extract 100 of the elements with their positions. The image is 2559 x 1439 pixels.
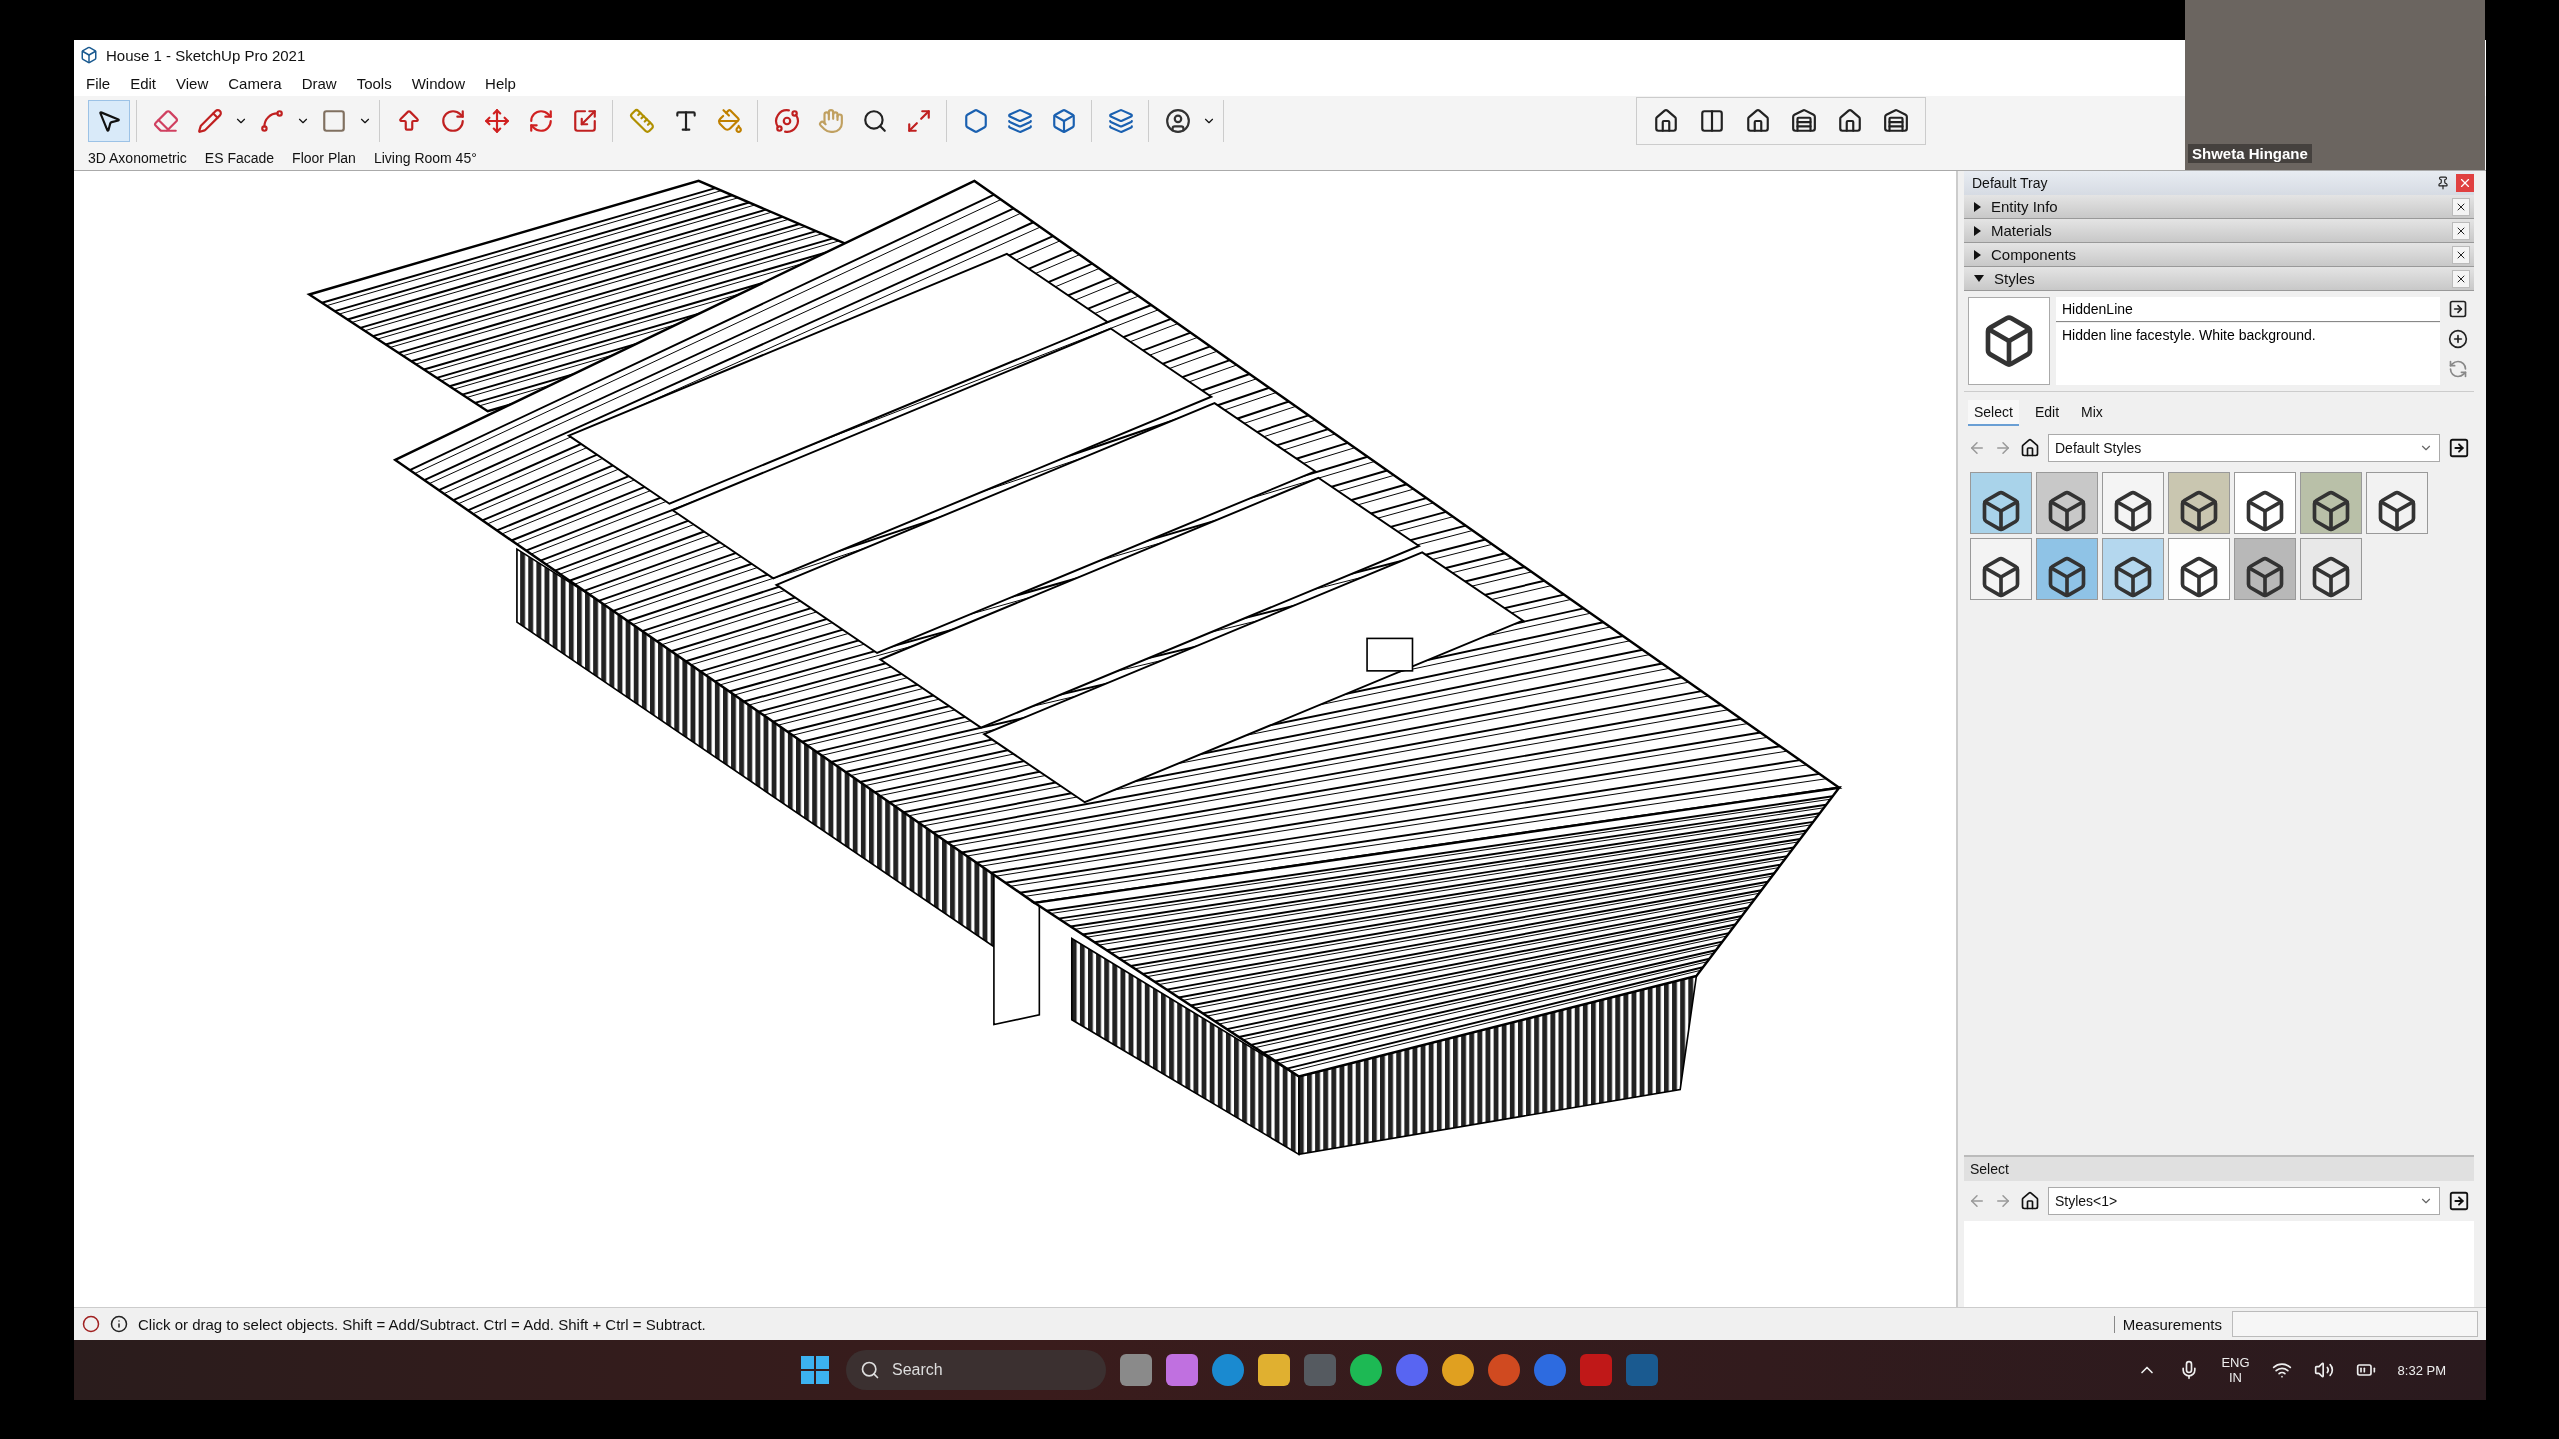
menu-item[interactable]: Edit: [122, 72, 165, 94]
section-title: Select: [1970, 1161, 2009, 1177]
scene-tab[interactable]: Living Room 45°: [365, 148, 485, 168]
scale-icon: [572, 108, 598, 134]
expand-triangle-icon: [1974, 249, 1981, 260]
user-icon: [1165, 108, 1191, 134]
taskbar-app-icon[interactable]: [1396, 1354, 1428, 1386]
search-icon: [860, 1360, 880, 1380]
orbit-icon: [774, 108, 800, 134]
collapse-triangle-icon: [1974, 275, 1984, 282]
close-icon: [2458, 176, 2472, 190]
panel-tab[interactable]: Mix: [2075, 400, 2109, 426]
app-logo-icon: [80, 46, 98, 64]
taskbar-app-icon[interactable]: [1258, 1354, 1290, 1386]
menu-item[interactable]: Help: [477, 72, 524, 94]
details-icon: [2448, 437, 2470, 459]
library-dropdown[interactable]: Styles<1>: [2048, 1187, 2440, 1215]
taskbar-search-field[interactable]: Search: [846, 1350, 1106, 1390]
style-thumbnail[interactable]: [2168, 472, 2230, 534]
menu-item[interactable]: View: [168, 72, 217, 94]
back-view-icon: [1837, 108, 1863, 134]
close-button[interactable]: [2452, 197, 2470, 216]
forward-arrow-icon: [1994, 439, 2012, 457]
hexagon-icon: [963, 108, 989, 134]
measurements-label: Measurements: [2113, 1315, 2222, 1333]
scene-tab[interactable]: 3D Axonometric: [80, 148, 195, 168]
details-icon: [2448, 1190, 2470, 1212]
style-thumbnail[interactable]: [2300, 538, 2362, 600]
taskbar-app-icon[interactable]: [1166, 1354, 1198, 1386]
tool-button[interactable]: [88, 100, 130, 142]
style-thumbnail[interactable]: [1970, 538, 2032, 600]
panel-tab[interactable]: Edit: [2028, 400, 2066, 426]
clock-time: 8:32 PM: [2397, 1362, 2446, 1378]
update-icon: [2448, 359, 2468, 379]
start-button[interactable]: [798, 1353, 832, 1387]
style-thumbnail[interactable]: [2102, 472, 2164, 534]
region-label: IN: [2229, 1370, 2242, 1385]
panel-header[interactable]: Styles: [1964, 267, 2474, 291]
style-thumbnail[interactable]: [2300, 472, 2362, 534]
style-thumbnail[interactable]: [2036, 538, 2098, 600]
menu-item[interactable]: Draw: [293, 72, 345, 94]
close-button[interactable]: [2452, 269, 2470, 288]
pointer-icon: [96, 108, 122, 134]
style-thumbnail[interactable]: [2036, 472, 2098, 534]
paint-bucket-icon: [717, 108, 743, 134]
language-label: ENG: [2221, 1355, 2250, 1370]
zoom-icon: [862, 108, 888, 134]
style-description-field[interactable]: Hidden line facestyle. White background.: [2056, 323, 2440, 385]
panel-header[interactable]: Materials: [1964, 219, 2474, 243]
speaker-icon: [2313, 1360, 2334, 1380]
expand-triangle-icon: [1974, 225, 1981, 236]
measurements-field[interactable]: [2232, 1311, 2478, 1337]
hand-icon: [818, 108, 844, 134]
eraser-icon: [153, 108, 179, 134]
menu-item[interactable]: Window: [403, 72, 474, 94]
rectangle-icon: [321, 108, 347, 134]
library-dropdown[interactable]: Default Styles: [2048, 434, 2440, 462]
status-hint: Click or drag to select objects. Shift = Add/Subtract. Ctrl = Add. Shift + Ctrl = Subtract.: [138, 1315, 706, 1333]
taskbar-app-icon[interactable]: [1488, 1354, 1520, 1386]
panel-header[interactable]: Components: [1964, 243, 2474, 267]
panel-tab[interactable]: Select: [1968, 400, 2019, 426]
close-button[interactable]: [2452, 221, 2470, 240]
info-icon: [110, 1315, 128, 1333]
taskbar-app-icon[interactable]: [1350, 1354, 1382, 1386]
model-viewport[interactable]: [74, 171, 1958, 1307]
taskbar-app-icon[interactable]: [1212, 1354, 1244, 1386]
panel-header[interactable]: Entity Info: [1964, 195, 2474, 219]
style-thumbnail[interactable]: [2234, 538, 2296, 600]
text-icon: [673, 108, 699, 134]
close-button[interactable]: [2452, 245, 2470, 264]
style-thumbnail[interactable]: [2102, 538, 2164, 600]
arc-icon: [259, 108, 285, 134]
tray-title: Default Tray: [1972, 175, 2049, 191]
style-thumbnail[interactable]: [1970, 472, 2032, 534]
pencil-icon: [197, 108, 223, 134]
scene-tab[interactable]: ES Facade: [196, 148, 283, 168]
participant-name: Shweta Hingane: [2188, 144, 2312, 163]
style-thumbnail[interactable]: [2168, 538, 2230, 600]
taskbar-app-icon[interactable]: [1534, 1354, 1566, 1386]
iso-view-icon: [1653, 108, 1679, 134]
style-thumbnail[interactable]: [2366, 472, 2428, 534]
create-style-icon: [2448, 329, 2468, 349]
menu-item[interactable]: Tools: [348, 72, 400, 94]
wifi-icon: [2271, 1360, 2292, 1380]
menu-item[interactable]: File: [78, 72, 119, 94]
taskbar-app-icon[interactable]: [1442, 1354, 1474, 1386]
push-pull-icon: [396, 108, 422, 134]
style-thumbnail[interactable]: [2234, 472, 2296, 534]
rotate-icon: [528, 108, 554, 134]
pin-icon: [2436, 176, 2450, 190]
style-name-field[interactable]: HiddenLine: [2056, 297, 2440, 322]
expand-triangle-icon: [1974, 201, 1981, 212]
front-view-icon: [1745, 108, 1771, 134]
menu-item[interactable]: Camera: [220, 72, 290, 94]
scene-tab[interactable]: Floor Plan: [284, 148, 364, 168]
forward-arrow-icon: [1994, 1192, 2012, 1210]
home-icon: [2020, 1191, 2040, 1211]
layers-icon: [1007, 108, 1033, 134]
taskbar-app-icon[interactable]: [1120, 1354, 1152, 1386]
box-icon: [1051, 108, 1077, 134]
